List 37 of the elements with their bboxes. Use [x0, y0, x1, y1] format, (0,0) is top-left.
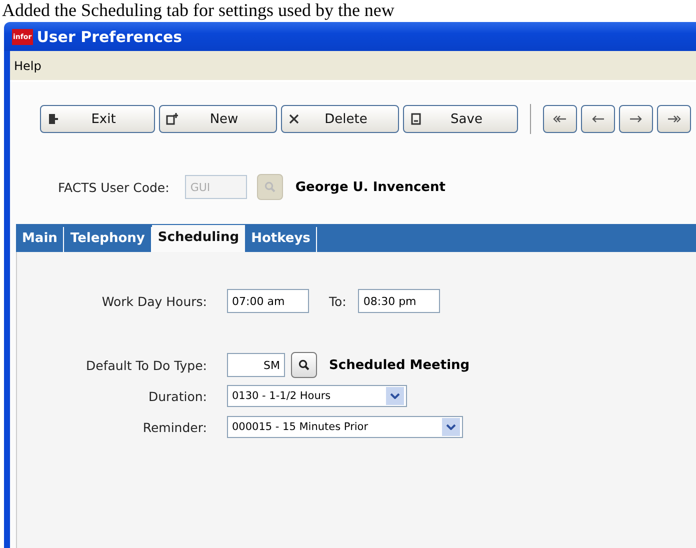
- double-arrow-icon: [667, 114, 681, 124]
- field-label: FACTS User Code:: [58, 180, 170, 194]
- start-time-field[interactable]: 07:00 am: [227, 289, 309, 313]
- duration-dropdown[interactable]: 0130 - 1-1/2 Hours: [227, 385, 407, 407]
- new-page-icon: [166, 113, 178, 125]
- search-icon: [264, 181, 276, 193]
- menu-item[interactable]: Help: [14, 58, 42, 72]
- field-label: Reminder:: [142, 420, 207, 434]
- first-record-button[interactable]: [543, 105, 577, 133]
- exit-button[interactable]: Exit: [40, 105, 155, 133]
- x-icon: [288, 113, 300, 125]
- last-record-button[interactable]: [657, 105, 691, 133]
- new-button[interactable]: New: [159, 105, 277, 133]
- field-label: Work Day Hours:: [100, 294, 207, 308]
- next-record-button[interactable]: [619, 105, 653, 133]
- field-label: Duration:: [147, 388, 207, 404]
- lookup-button[interactable]: [291, 352, 317, 378]
- caption-text: Added the Scheduling tab for settings used by the new: [1, 0, 394, 20]
- tab[interactable]: Scheduling: [152, 225, 246, 252]
- search-icon: [298, 359, 310, 371]
- window-title: User Preferences: [36, 28, 182, 46]
- reminder-dropdown[interactable]: 000015 - 15 Minutes Prior: [227, 416, 463, 438]
- todo-type-description: Scheduled Meeting: [329, 358, 470, 372]
- user-name: George U. Invencent: [295, 180, 446, 194]
- delete-button[interactable]: Delete: [281, 105, 399, 133]
- end-time-field[interactable]: 08:30 pm: [358, 289, 440, 313]
- arrow-icon: [629, 114, 643, 124]
- chevron-down-icon: [446, 424, 456, 430]
- arrow-icon: [591, 114, 605, 124]
- chevron-down-icon: [390, 393, 400, 399]
- double-arrow-icon: [553, 114, 567, 124]
- todo-type-field[interactable]: SM: [227, 353, 285, 377]
- field-label: To:: [329, 294, 346, 308]
- save-button[interactable]: Save: [403, 105, 518, 133]
- previous-record-button[interactable]: [581, 105, 615, 133]
- door-icon: [47, 113, 59, 125]
- field-label: Default To Do Type:: [85, 358, 207, 372]
